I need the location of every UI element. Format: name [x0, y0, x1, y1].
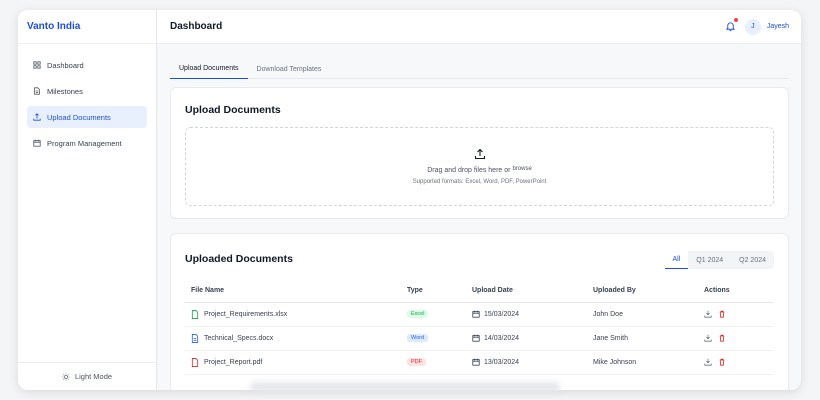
sidebar-item-program-management[interactable]: Program Management	[27, 132, 147, 154]
brand-logo[interactable]: Vanto India	[18, 10, 156, 44]
sun-icon	[62, 372, 70, 381]
supported-formats: Supported formats: Excel, Word, PDF, Pow…	[412, 179, 547, 185]
page-title: Dashboard	[170, 21, 223, 32]
upload-date: 13/03/2024	[484, 358, 520, 366]
type-badge: Word	[407, 334, 429, 342]
avatar[interactable]: J	[744, 18, 761, 35]
documents-table: File Name Type Upload Date Uploaded By A…	[185, 280, 774, 375]
sidebar-item-label: Upload Documents	[47, 112, 111, 122]
sidebar-item-label: Milestones	[47, 86, 83, 96]
column-uploaded-by: Uploaded By	[587, 280, 698, 303]
light-mode-toggle[interactable]: Light Mode	[18, 362, 156, 390]
user-area: J Jayesh	[725, 17, 789, 35]
column-type: Type	[401, 280, 466, 303]
pdf-file-icon	[191, 357, 199, 367]
column-upload-date: Upload Date	[466, 280, 587, 303]
sidebar: Vanto India Dashboard Milestones Upload …	[18, 10, 157, 390]
delete-icon[interactable]	[718, 358, 726, 366]
calendar-icon	[472, 358, 480, 366]
uploaded-documents-card: Uploaded Documents All Q1 2024 Q2 2024 F…	[170, 233, 789, 390]
bell-icon	[725, 21, 736, 31]
column-actions: Actions	[698, 280, 774, 303]
file-icon	[34, 87, 40, 95]
sidebar-item-upload-documents[interactable]: Upload Documents	[27, 106, 147, 128]
upload-date: 14/03/2024	[484, 334, 520, 342]
notifications-button[interactable]	[725, 17, 738, 33]
filter-all[interactable]: All	[664, 251, 689, 269]
horizontal-scrollbar[interactable]	[250, 382, 560, 392]
table-row: Project_Requirements.xlsx Excel 15/03/20…	[185, 302, 774, 327]
tab-download-templates[interactable]: Download Templates	[248, 59, 331, 79]
light-mode-label: Light Mode	[74, 372, 113, 381]
file-name[interactable]: Project_Report.pdf	[204, 359, 262, 366]
upload-date: 15/03/2024	[484, 310, 520, 318]
word-file-icon	[191, 333, 199, 343]
uploaded-by: John Doe	[587, 302, 698, 327]
sidebar-item-label: Program Management	[47, 138, 122, 148]
drop-instructions: Drag and drop files here or	[427, 167, 511, 174]
uploaded-by: Mike Johnson	[587, 350, 698, 375]
username[interactable]: Jayesh	[767, 23, 789, 30]
file-dropzone[interactable]: Drag and drop files here or browse Suppo…	[185, 127, 774, 206]
browse-link[interactable]: browse	[512, 166, 531, 172]
sidebar-nav: Dashboard Milestones Upload Documents Pr…	[18, 44, 156, 168]
calendar-icon	[472, 334, 480, 342]
table-header-row: File Name Type Upload Date Uploaded By A…	[185, 280, 774, 303]
download-icon[interactable]	[704, 358, 712, 366]
table-row: Technical_Specs.docx Word 14/03/2024 Jan…	[185, 326, 774, 351]
download-icon[interactable]	[704, 310, 712, 318]
delete-icon[interactable]	[718, 334, 726, 342]
tab-upload-documents[interactable]: Upload Documents	[170, 59, 248, 79]
upload-card-title: Upload Documents	[185, 104, 281, 116]
filter-q1-2024[interactable]: Q1 2024	[688, 251, 731, 269]
uploaded-by: Jane Smith	[587, 326, 698, 351]
sidebar-item-milestones[interactable]: Milestones	[27, 80, 147, 102]
column-file-name: File Name	[185, 280, 401, 303]
download-icon[interactable]	[704, 334, 712, 342]
calendar-icon	[33, 139, 41, 147]
excel-file-icon	[191, 309, 199, 319]
file-name[interactable]: Project_Requirements.xlsx	[204, 311, 287, 318]
type-badge: Excel	[407, 310, 429, 318]
tab-bar: Upload Documents Download Templates	[170, 59, 789, 79]
grid-icon	[33, 61, 41, 69]
calendar-icon	[472, 310, 480, 318]
period-filter: All Q1 2024 Q2 2024	[664, 251, 774, 269]
table-row: Project_Report.pdf PDF 13/03/2024 Mike J…	[185, 350, 774, 375]
sidebar-item-dashboard[interactable]: Dashboard	[27, 54, 147, 76]
main-content: Dashboard J Jayesh Upload Documents Down…	[157, 10, 801, 390]
delete-icon[interactable]	[718, 310, 726, 318]
dropzone-text: Drag and drop files here or browse	[427, 166, 532, 174]
notification-dot	[733, 17, 738, 22]
uploaded-documents-title: Uploaded Documents	[185, 253, 293, 265]
sidebar-item-label: Dashboard	[47, 60, 84, 70]
type-badge: PDF	[407, 358, 426, 366]
upload-icon	[474, 148, 485, 160]
file-name[interactable]: Technical_Specs.docx	[204, 335, 273, 342]
top-bar: Dashboard J Jayesh	[157, 10, 801, 44]
upload-icon	[33, 113, 41, 121]
upload-card: Upload Documents Drag and drop files her…	[170, 87, 789, 219]
filter-q2-2024[interactable]: Q2 2024	[731, 251, 774, 269]
app-window: Vanto India Dashboard Milestones Upload …	[18, 10, 801, 390]
